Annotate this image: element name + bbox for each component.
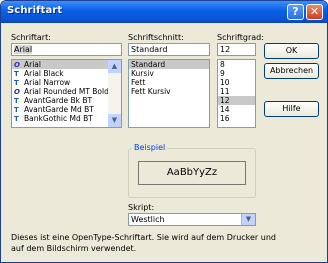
style-list-item[interactable]: Kursiv bbox=[129, 69, 209, 78]
font-list-item[interactable]: T AvantGarde Bk BT bbox=[12, 96, 121, 105]
ok-button[interactable]: OK bbox=[264, 43, 319, 59]
font-list-item-label: Arial Narrow bbox=[24, 78, 71, 87]
size-items: 8 9 10 11 12 14 16 bbox=[218, 60, 255, 123]
size-list-item[interactable]: 10 bbox=[218, 78, 255, 87]
font-label: Schriftart: bbox=[11, 33, 51, 42]
font-list-item-label: Arial bbox=[24, 60, 41, 69]
style-list[interactable]: Standard Kursiv Fett Fett Kursiv bbox=[128, 59, 210, 128]
size-list-item[interactable]: 16 bbox=[218, 114, 255, 123]
scroll-up-icon[interactable]: ▲ bbox=[108, 60, 121, 73]
font-list-scrollbar[interactable]: ▲ ▼ bbox=[108, 60, 121, 127]
font-dialog: Schriftart ? ✕ Schriftart: Arial O Arial T… bbox=[0, 0, 328, 263]
script-label: Skript: bbox=[128, 203, 155, 212]
window-title: Schriftart bbox=[7, 5, 63, 16]
style-list-item[interactable]: Standard bbox=[129, 60, 209, 69]
scroll-down-icon[interactable]: ▼ bbox=[108, 114, 121, 127]
cancel-button[interactable]: Abbrechen bbox=[264, 63, 319, 79]
style-list-item[interactable]: Fett Kursiv bbox=[129, 87, 209, 96]
description-line-1: Dieses ist eine OpenType-Schriftart. Sie… bbox=[11, 233, 276, 242]
font-list-item-label: AvantGarde Bk BT bbox=[24, 96, 93, 105]
size-label: Schriftgrad: bbox=[217, 33, 264, 42]
font-list-item[interactable]: T BankGothic Md BT bbox=[12, 114, 121, 123]
sample-group-label: Beispiel bbox=[132, 143, 168, 152]
font-description: Dieses ist eine OpenType-Schriftart. Sie… bbox=[11, 232, 276, 254]
font-list[interactable]: O Arial T Arial Black T Arial Narrow O Arial Ro… bbox=[11, 59, 122, 128]
style-label: Schriftschnitt: bbox=[128, 33, 184, 42]
script-value: Westlich bbox=[131, 215, 165, 224]
size-list-item[interactable]: 8 bbox=[218, 60, 255, 69]
chevron-down-icon[interactable]: ▼ bbox=[241, 214, 255, 225]
size-list-item[interactable]: 9 bbox=[218, 69, 255, 78]
description-line-2: auf dem Bildschirm verwendet. bbox=[11, 244, 137, 253]
font-input-value: Arial bbox=[14, 45, 33, 54]
font-list-item-label: Arial Black bbox=[24, 69, 64, 78]
style-input[interactable]: Standard bbox=[128, 43, 210, 56]
font-list-item-label: BankGothic Md BT bbox=[24, 114, 93, 123]
font-items: O Arial T Arial Black T Arial Narrow O Arial Ro… bbox=[12, 60, 121, 123]
size-list-item[interactable]: 14 bbox=[218, 105, 255, 114]
style-list-item[interactable]: Fett bbox=[129, 78, 209, 87]
font-list-item-label: AvantGarde Md BT bbox=[24, 105, 94, 114]
font-list-item[interactable]: O Arial bbox=[12, 60, 121, 69]
title-bar[interactable]: Schriftart ? ✕ bbox=[1, 1, 327, 23]
sample-preview: AaBbYyZz bbox=[138, 161, 246, 185]
font-input[interactable]: Arial bbox=[11, 43, 122, 56]
font-list-item[interactable]: T Arial Black bbox=[12, 69, 121, 78]
help-title-button[interactable]: ? bbox=[287, 4, 304, 20]
close-button[interactable]: ✕ bbox=[306, 4, 323, 20]
size-list-item[interactable]: 12 bbox=[218, 96, 255, 105]
font-list-item[interactable]: T Arial Narrow bbox=[12, 78, 121, 87]
size-list[interactable]: 8 9 10 11 12 14 16 bbox=[217, 59, 256, 128]
size-list-item[interactable]: 11 bbox=[218, 87, 255, 96]
style-items: Standard Kursiv Fett Fett Kursiv bbox=[129, 60, 209, 96]
size-input[interactable]: 12 bbox=[217, 43, 256, 56]
help-button[interactable]: Hilfe bbox=[264, 101, 319, 117]
font-list-item-label: Arial Rounded MT Bold bbox=[24, 87, 109, 96]
font-list-item[interactable]: T AvantGarde Md BT bbox=[12, 105, 121, 114]
truetype-icon: T bbox=[14, 115, 19, 123]
font-list-item[interactable]: O Arial Rounded MT Bold bbox=[12, 87, 121, 96]
script-select[interactable]: Westlich ▼ bbox=[128, 213, 256, 226]
